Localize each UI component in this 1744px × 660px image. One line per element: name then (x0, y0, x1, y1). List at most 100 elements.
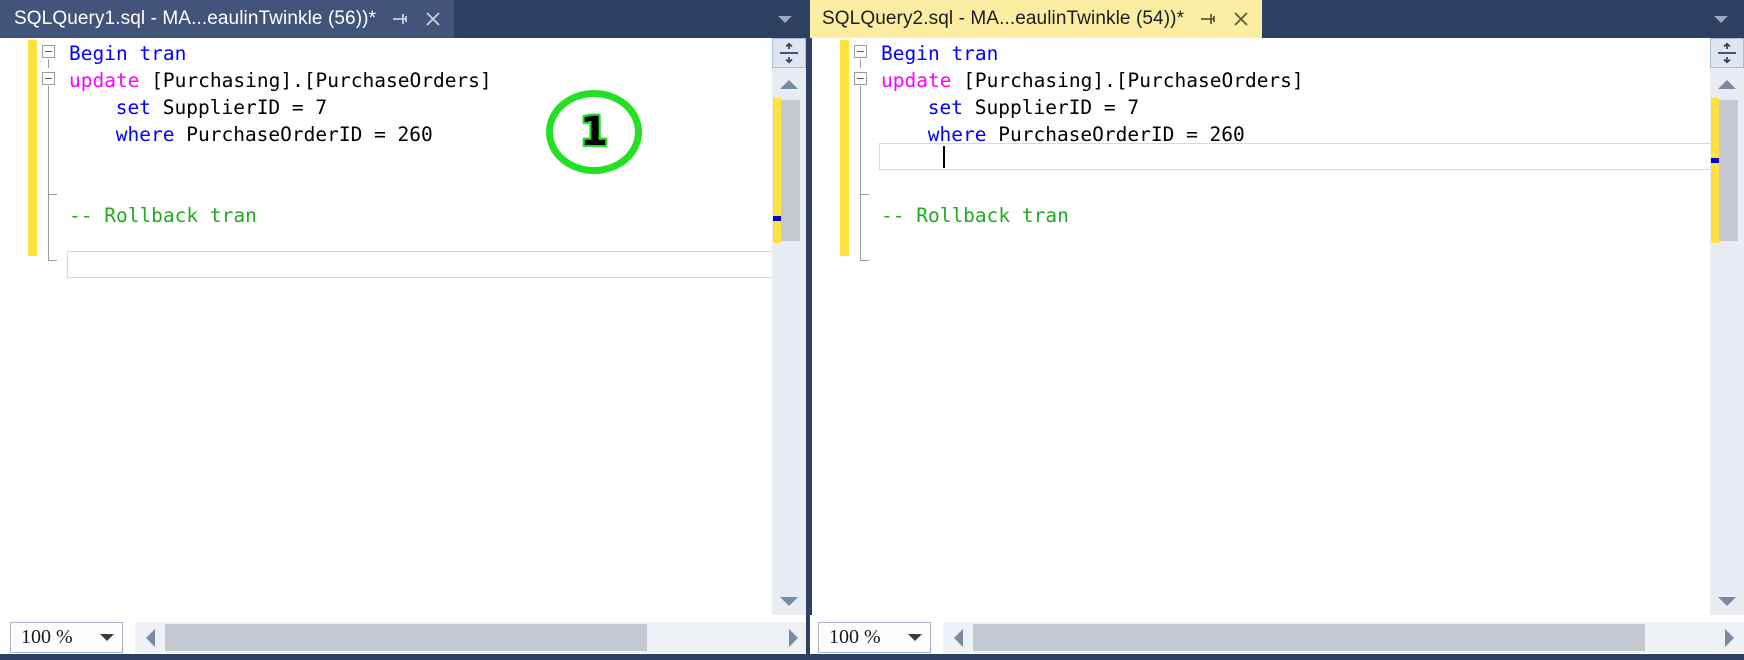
code-token: where (927, 123, 987, 146)
scroll-right-icon[interactable] (778, 622, 808, 653)
window-bottom-edge (0, 654, 1744, 660)
code-token: SupplierID = 7 (963, 96, 1140, 119)
code-area-left[interactable]: Begin tran update [Purchasing].[PurchaseO… (63, 38, 806, 615)
scroll-left-icon[interactable] (135, 622, 165, 653)
code-line: where PurchaseOrderID = 260 (116, 121, 433, 148)
change-bar-column-right (840, 38, 849, 615)
unsaved-change-bar (28, 40, 37, 256)
fold-guide-line (860, 194, 861, 260)
editor-body-right[interactable]: Begin tran update [Purchasing].[PurchaseO… (812, 38, 1744, 615)
horizontal-scroll-track-right[interactable] (973, 622, 1714, 653)
fold-guide-line (48, 194, 49, 260)
code-token: where (115, 123, 175, 146)
horizontal-scroll-thumb-left[interactable] (165, 624, 647, 651)
chevron-down-icon (778, 15, 792, 23)
zoom-level-dropdown-right[interactable]: 100 % (818, 622, 931, 653)
split-view-icon[interactable] (1710, 38, 1744, 68)
code-line: -- Rollback tran (881, 202, 1069, 229)
scroll-up-icon[interactable] (772, 72, 806, 96)
fold-guide-line (48, 86, 49, 194)
code-token: SupplierID = 7 (151, 96, 328, 119)
text-caret-right (943, 146, 945, 168)
horizontal-scrollbar-right[interactable] (943, 622, 1744, 653)
fold-guide-line (48, 59, 49, 68)
code-token: set (115, 96, 152, 119)
split-view-icon[interactable] (772, 38, 806, 68)
code-line: update [Purchasing].[PurchaseOrders] (69, 67, 492, 94)
vertical-scrollbar-left[interactable] (772, 38, 806, 615)
code-token: [Purchasing].[PurchaseOrders] (951, 69, 1304, 92)
fold-guide-line (860, 59, 861, 68)
fold-end-tick (860, 194, 869, 195)
zoom-level-value: 100 % (21, 626, 73, 648)
code-line: update [Purchasing].[PurchaseOrders] (881, 67, 1304, 94)
unsaved-change-bar (840, 40, 849, 256)
code-line: Begin tran (881, 40, 998, 67)
fold-end-tick (860, 260, 869, 261)
ssms-query-editors: SQLQuery1.sql - MA...eaulinTwinkle (56))… (0, 0, 1744, 660)
scroll-up-icon[interactable] (1710, 72, 1744, 96)
close-icon[interactable] (424, 10, 442, 28)
current-line-highlight-left (67, 251, 779, 278)
caret-position-marker-right (1711, 158, 1719, 163)
horizontal-scrollbar-left[interactable] (135, 622, 808, 653)
pin-icon[interactable] (1200, 10, 1218, 28)
tab-icon-group-left (392, 10, 442, 28)
zoom-level-value: 100 % (829, 626, 881, 648)
fold-gutter-right[interactable] (849, 38, 875, 615)
code-token: PurchaseOrderID = 260 (986, 123, 1245, 146)
tab-strip-left: SQLQuery1.sql - MA...eaulinTwinkle (56))… (0, 0, 808, 38)
code-area-right[interactable]: Begin tran update [Purchasing].[PurchaseO… (875, 38, 1744, 615)
code-token: update (881, 69, 952, 92)
tab-title-right: SQLQuery2.sql - MA...eaulinTwinkle (54))… (822, 8, 1185, 29)
scroll-down-icon[interactable] (1710, 589, 1744, 613)
horizontal-scroll-thumb-right[interactable] (973, 624, 1645, 651)
tab-list-dropdown-left[interactable] (768, 0, 802, 38)
pin-icon[interactable] (392, 10, 410, 28)
indicator-margin-right (812, 38, 840, 615)
change-bar-column-left (28, 38, 37, 615)
fold-end-tick (48, 194, 57, 195)
close-icon[interactable] (1232, 10, 1250, 28)
fold-gutter-left[interactable] (37, 38, 63, 615)
zoom-level-dropdown-left[interactable]: 100 % (10, 622, 123, 653)
scroll-right-icon[interactable] (1714, 622, 1744, 653)
code-token: Begin tran (69, 42, 187, 65)
chevron-down-icon (1714, 15, 1728, 23)
fold-toggle-update[interactable] (42, 72, 55, 85)
vertical-scrollbar-right[interactable] (1710, 38, 1744, 615)
scroll-thumb-left[interactable] (781, 100, 800, 241)
editor-body-left[interactable]: Begin tran update [Purchasing].[PurchaseO… (0, 38, 806, 615)
scroll-left-icon[interactable] (943, 622, 973, 653)
indicator-margin-left (0, 38, 28, 615)
code-token: -- Rollback tran (69, 204, 257, 227)
tab-icon-group-right (1200, 10, 1250, 28)
code-line: where PurchaseOrderID = 260 (928, 121, 1245, 148)
tab-sqlquery2[interactable]: SQLQuery2.sql - MA...eaulinTwinkle (54))… (808, 0, 1263, 38)
fold-toggle-begin-tran[interactable] (42, 45, 55, 58)
fold-toggle-begin-tran[interactable] (854, 45, 867, 58)
pane-divider (806, 0, 810, 660)
fold-end-tick (48, 260, 57, 261)
scroll-down-icon[interactable] (772, 589, 806, 613)
tab-title-left: SQLQuery1.sql - MA...eaulinTwinkle (56))… (14, 8, 377, 29)
scroll-change-strip-right (1711, 98, 1719, 243)
chevron-down-icon (908, 634, 922, 641)
fold-toggle-update[interactable] (854, 72, 867, 85)
horizontal-scroll-track-left[interactable] (165, 622, 778, 653)
annotation-label: 1 (580, 109, 608, 155)
scroll-change-strip-left (773, 98, 781, 243)
tab-list-dropdown-right[interactable] (1704, 0, 1738, 38)
code-token: PurchaseOrderID = 260 (174, 123, 433, 146)
query-pane-left: SQLQuery1.sql - MA...eaulinTwinkle (56))… (0, 0, 808, 660)
code-line: set SupplierID = 7 (928, 94, 1139, 121)
scroll-thumb-right[interactable] (1719, 100, 1738, 241)
tab-sqlquery1[interactable]: SQLQuery1.sql - MA...eaulinTwinkle (56))… (0, 0, 455, 38)
code-token: update (69, 69, 140, 92)
caret-position-marker-left (773, 216, 781, 221)
tab-strip-right: SQLQuery2.sql - MA...eaulinTwinkle (54))… (808, 0, 1744, 38)
annotation-badge-1: 1 (546, 90, 642, 174)
